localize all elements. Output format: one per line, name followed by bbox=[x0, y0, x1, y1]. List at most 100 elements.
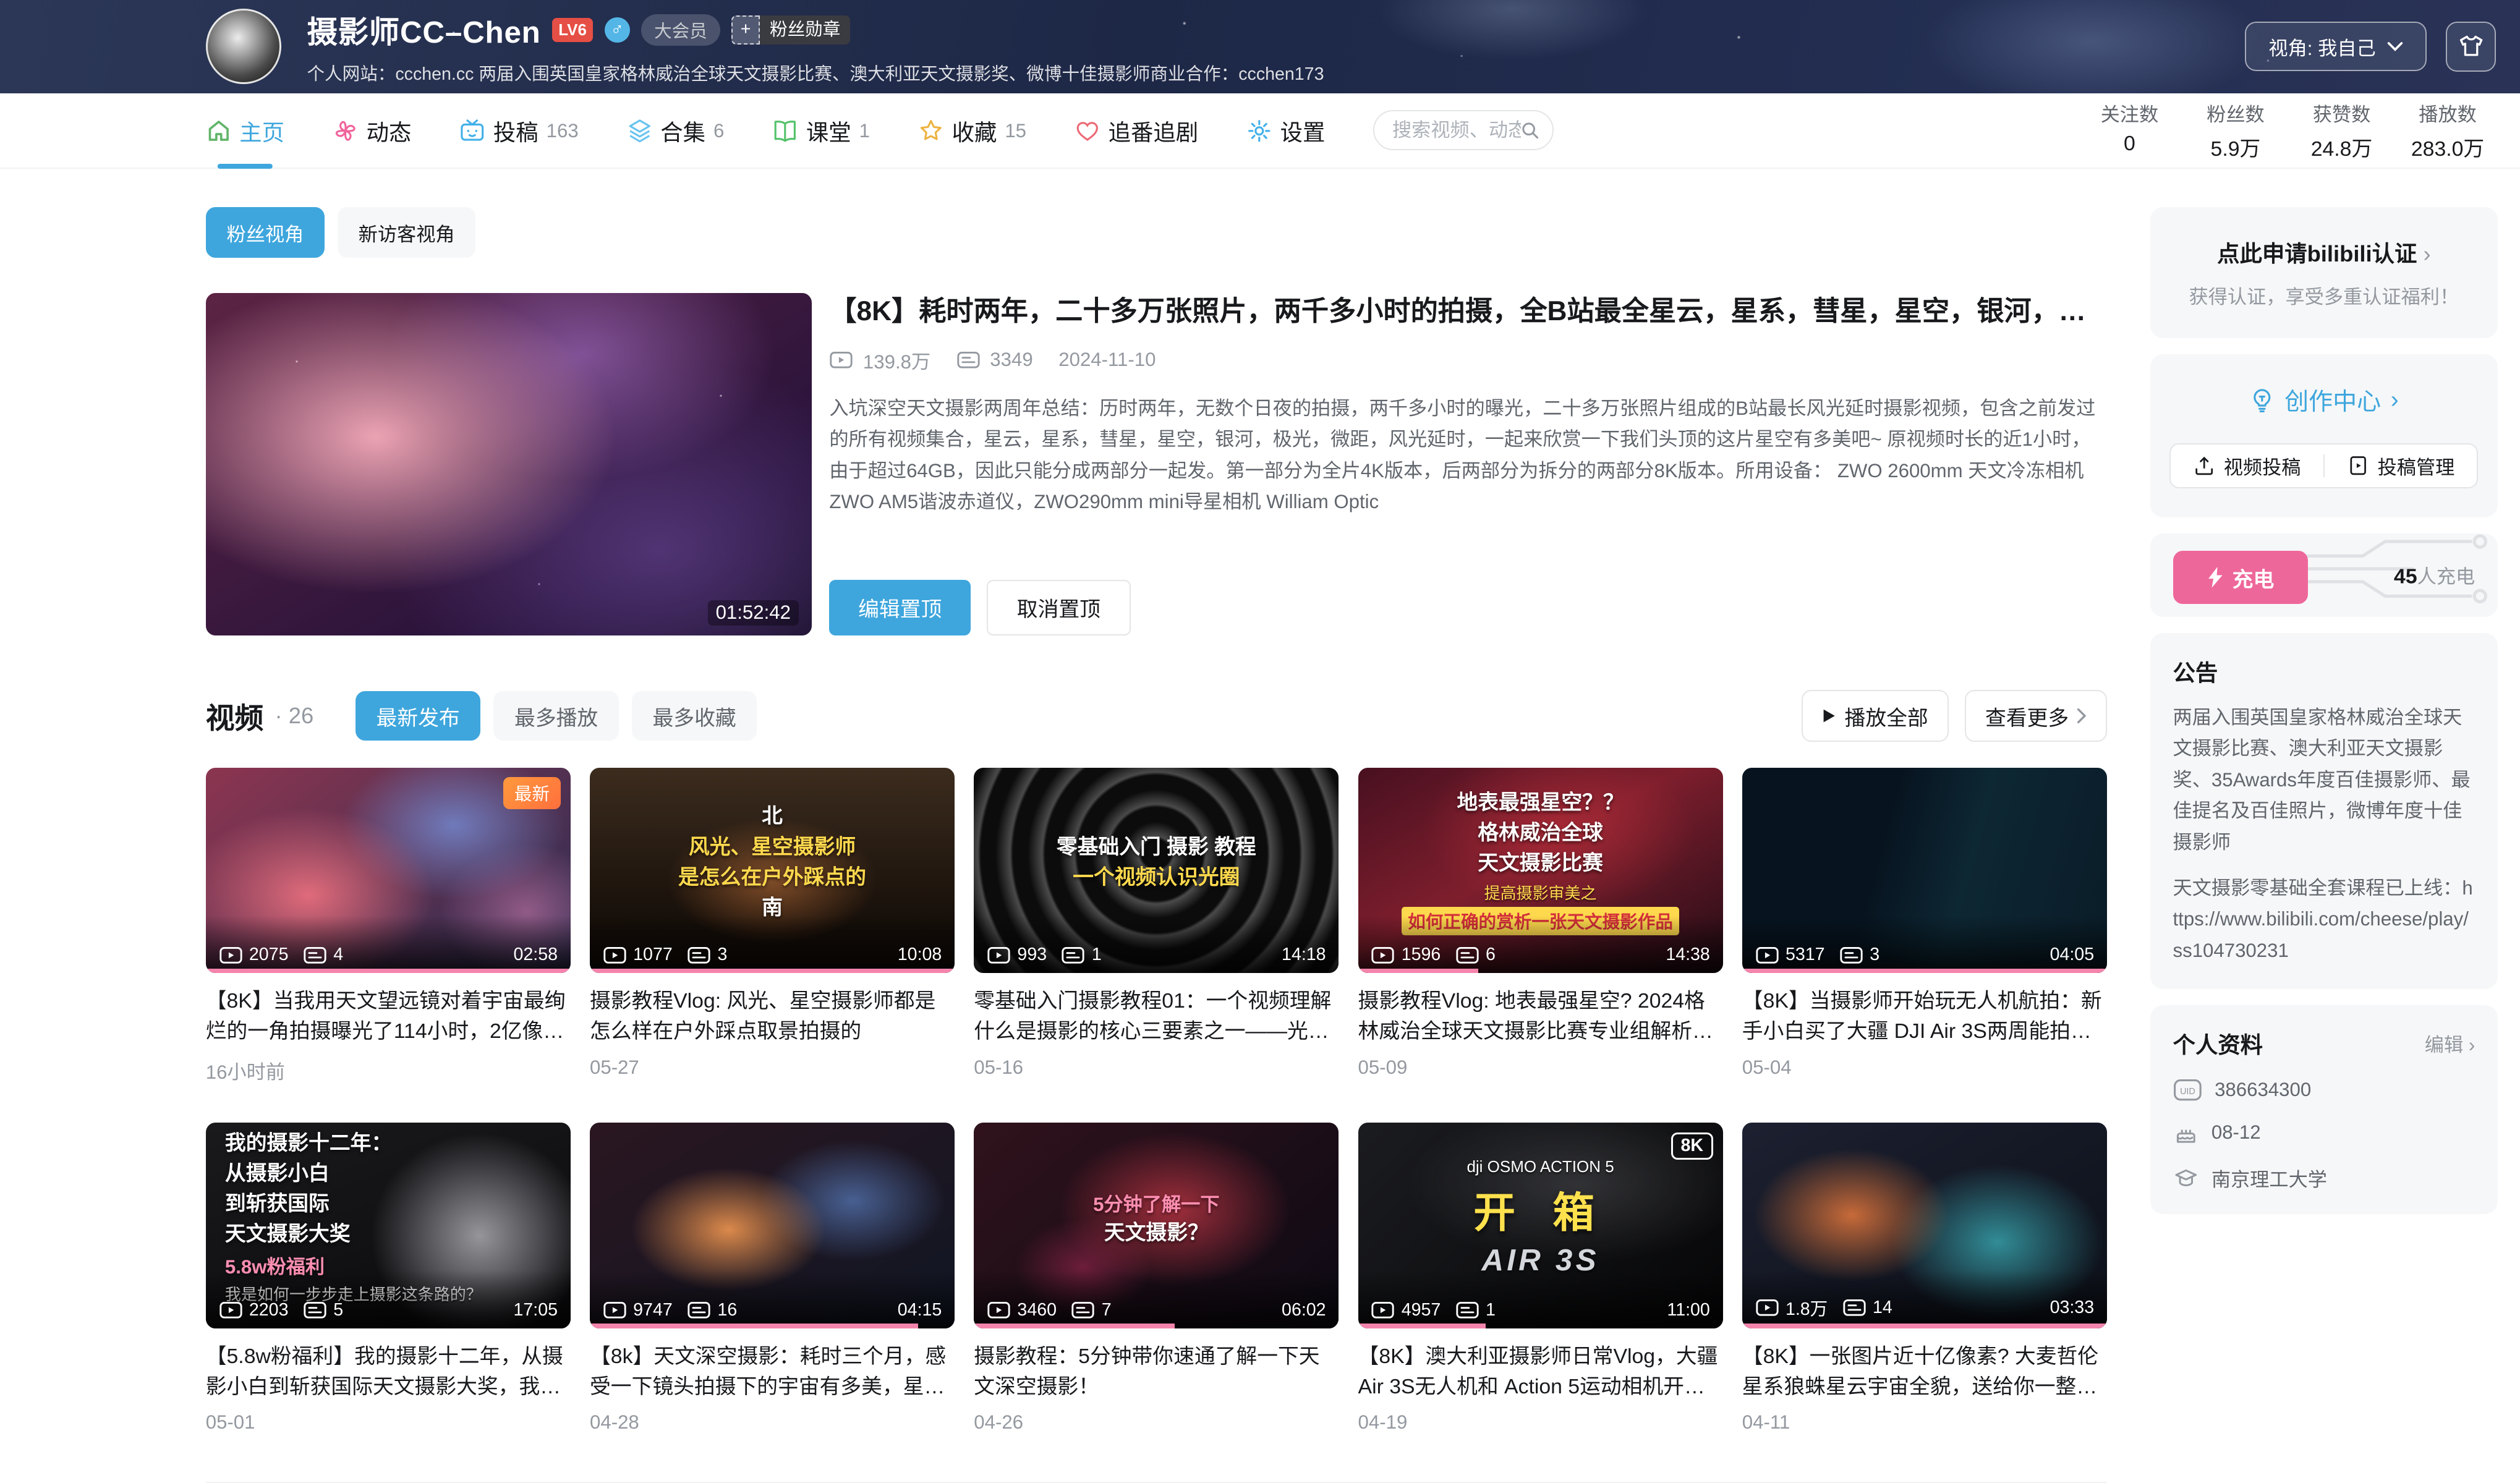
video-card[interactable]: 5317 3 04:05 【8K】当摄影师开始玩无人机航拍：新手小白买了大疆 D… bbox=[1742, 768, 2107, 1084]
tab-videos[interactable]: 投稿163 bbox=[459, 93, 578, 169]
video-thumbnail[interactable]: 我的摄影十二年：从摄影小白到斩获国际天文摄影大奖5.8w粉福利我是如何一步步走上… bbox=[206, 1123, 571, 1328]
video-thumbnail[interactable]: 1.8万 14 03:33 bbox=[1742, 1123, 2107, 1328]
tab-dynamic[interactable]: 动态 bbox=[333, 93, 411, 169]
plus-icon[interactable]: + bbox=[731, 15, 760, 45]
video-card[interactable]: 我的摄影十二年：从摄影小白到斩获国际天文摄影大奖5.8w粉福利我是如何一步步走上… bbox=[206, 1123, 571, 1434]
danmaku-count-icon bbox=[1842, 1299, 1867, 1317]
search-input[interactable] bbox=[1392, 119, 1521, 142]
stat-following[interactable]: 关注数0 bbox=[2081, 99, 2177, 162]
video-thumbnail[interactable]: 5317 3 04:05 bbox=[1742, 768, 2107, 974]
tab-settings[interactable]: 设置 bbox=[1246, 93, 1325, 169]
tab-collections[interactable]: 合集6 bbox=[627, 93, 725, 169]
video-card[interactable]: 地表最强星空？？格林威治全球天文摄影比赛提高摄影审美之如何正确的赏析一张天文摄影… bbox=[1358, 768, 1723, 1084]
profile-banner: 摄影师CC–Chen LV6 ♂ 大会员 + 粉丝勋章 个人网站：ccchen.… bbox=[0, 0, 2520, 93]
video-thumbnail[interactable]: 地表最强星空？？格林威治全球天文摄影比赛提高摄影审美之如何正确的赏析一张天文摄影… bbox=[1358, 768, 1723, 974]
user-stats: 关注数0 粉丝数5.9万 获赞数24.8万 播放数283.0万 bbox=[2081, 99, 2496, 162]
tab-course[interactable]: 课堂1 bbox=[772, 93, 870, 169]
play-count-icon bbox=[987, 946, 1011, 964]
video-card[interactable]: 9747 16 04:15 【8k】天文深空摄影：耗时三个月，感受一下镜头拍摄下… bbox=[590, 1123, 955, 1434]
video-card[interactable]: 1.8万 14 03:33 【8K】一张图片近十亿像素? 大麦哲伦星系狼蛛星云宇… bbox=[1742, 1123, 2107, 1434]
video-date: 05-16 bbox=[974, 1056, 1339, 1079]
fan-view-button[interactable]: 粉丝视角 bbox=[206, 207, 325, 257]
view-count: 1596 bbox=[1402, 945, 1441, 965]
male-icon: ♂ bbox=[605, 17, 631, 43]
danmaku-count: 16 bbox=[717, 1300, 737, 1320]
video-duration: 06:02 bbox=[1282, 1300, 1326, 1320]
video-card[interactable]: 最新 2075 4 02:58 【8K】当我用天文望远镜对着宇宙最绚烂的一角拍摄… bbox=[206, 768, 571, 1084]
sort-pill[interactable]: 最新发布 bbox=[355, 691, 481, 741]
stat-fans[interactable]: 粉丝数5.9万 bbox=[2187, 99, 2284, 162]
view-count: 1.8万 bbox=[1786, 1295, 1828, 1320]
user-block: 摄影师CC–Chen LV6 ♂ 大会员 + 粉丝勋章 个人网站：ccchen.… bbox=[307, 8, 1324, 85]
auth-apply-link[interactable]: 点此申请bilibili认证 › bbox=[2173, 236, 2475, 268]
stat-likes: 获赞数24.8万 bbox=[2294, 99, 2390, 162]
video-title[interactable]: 【8k】天文深空摄影：耗时三个月，感受一下镜头拍摄下的宇宙有多美，星云、星空、星… bbox=[590, 1341, 955, 1402]
video-thumbnail[interactable]: dji OSMO ACTION 5开 箱AIR 3S 8K 4957 1 11:… bbox=[1358, 1123, 1723, 1328]
charge-button[interactable]: 充电 bbox=[2173, 551, 2308, 603]
view-count: 4957 bbox=[1402, 1300, 1441, 1320]
video-title[interactable]: 【5.8w粉福利】我的摄影十二年，从摄影小白到斩获国际天文摄影大奖，我是如何一步… bbox=[206, 1341, 571, 1402]
tab-bangumi[interactable]: 追番追剧 bbox=[1075, 93, 1198, 169]
garb-button[interactable] bbox=[2446, 22, 2496, 72]
video-thumbnail[interactable]: 9747 16 04:15 bbox=[590, 1123, 955, 1328]
video-thumbnail[interactable]: 最新 2075 4 02:58 bbox=[206, 768, 571, 974]
uid-icon: UID bbox=[2173, 1079, 2202, 1101]
play-all-button[interactable]: 播放全部 bbox=[1802, 690, 1949, 742]
new-visitor-view-button[interactable]: 新访客视角 bbox=[338, 207, 476, 257]
charge-card: 充电 45人充电 bbox=[2150, 533, 2497, 617]
uid-value: 386634300 bbox=[2215, 1079, 2311, 1101]
video-title[interactable]: 零基础入门摄影教程01：一个视频理解什么是摄影的核心三要素之一——光圈，以及它的… bbox=[974, 986, 1339, 1047]
pinned-video-title[interactable]: 【8K】耗时两年，二十多万张照片，两千多小时的拍摄，全B站最全星云，星系，彗星，… bbox=[829, 293, 2107, 330]
view-count: 1077 bbox=[633, 945, 673, 965]
profile-search[interactable] bbox=[1373, 110, 1553, 150]
video-thumbnail[interactable]: 北风光、星空摄影师是怎么在户外踩点的南 1077 3 10:08 bbox=[590, 768, 955, 974]
avatar[interactable] bbox=[206, 9, 281, 84]
tab-favorites[interactable]: 收藏15 bbox=[918, 93, 1026, 169]
thumbnail-stats: 4957 1 11:00 bbox=[1371, 1300, 1710, 1320]
video-title[interactable]: 【8K】当摄影师开始玩无人机航拍：新手小白买了大疆 DJI Air 3S两周能拍… bbox=[1742, 986, 2107, 1047]
pinned-play-count: 139.8万 bbox=[863, 346, 930, 374]
birthday-value: 08-12 bbox=[2211, 1121, 2261, 1144]
video-card[interactable]: 5分钟了解一下天文摄影？ 3460 7 06:02 摄影教程：5分钟带你速通了解… bbox=[974, 1123, 1339, 1434]
vip-badge[interactable]: 大会员 bbox=[641, 14, 720, 46]
video-title[interactable]: 摄影教程Vlog: 风光、星空摄影师都是怎么样在户外踩点取景拍摄的 bbox=[590, 986, 955, 1047]
upload-video-button[interactable]: 视频投稿 bbox=[2171, 452, 2323, 480]
video-title[interactable]: 摄影教程Vlog: 地表最强星空? 2024格林威治全球天文摄影比赛专业组解析，… bbox=[1358, 986, 1723, 1047]
cake-icon bbox=[2173, 1121, 2199, 1145]
video-date: 16小时前 bbox=[206, 1056, 571, 1084]
watch-progress-bar bbox=[1358, 969, 1479, 974]
video-title[interactable]: 【8K】澳大利亚摄影师日常Vlog，大疆Air 3S无人机和 Action 5运… bbox=[1358, 1341, 1723, 1402]
video-card[interactable]: 零基础入门 摄影 教程一个视频认识光圈 993 1 14:18 零基础入门摄影教… bbox=[974, 768, 1339, 1084]
creator-center-link[interactable]: 创作中心 › bbox=[2249, 383, 2399, 417]
video-title[interactable]: 【8K】当我用天文望远镜对着宇宙最绚烂的一角拍摄曝光了114小时，2亿像素、85… bbox=[206, 986, 571, 1047]
tshirt-icon bbox=[2458, 33, 2485, 60]
play-count-icon bbox=[829, 351, 853, 369]
profile-info-card: 个人资料 编辑 › UID 386634300 08-12 南京理工大学 bbox=[2150, 1005, 2497, 1215]
fans-medal-badge[interactable]: + 粉丝勋章 bbox=[731, 15, 850, 45]
video-thumbnail[interactable]: 5分钟了解一下天文摄影？ 3460 7 06:02 bbox=[974, 1123, 1339, 1328]
search-icon[interactable] bbox=[1521, 120, 1539, 141]
charge-count: 45人充电 bbox=[2394, 561, 2475, 589]
cancel-pin-button[interactable]: 取消置顶 bbox=[987, 580, 1131, 635]
view-more-button[interactable]: 查看更多 bbox=[1965, 690, 2107, 742]
video-card[interactable]: dji OSMO ACTION 5开 箱AIR 3S 8K 4957 1 11:… bbox=[1358, 1123, 1723, 1434]
video-title[interactable]: 【8K】一张图片近十亿像素? 大麦哲伦星系狼蛛星云宇宙全貌，送给你一整片星空 bbox=[1742, 1341, 2107, 1402]
view-switch-button[interactable]: 视角: 我自己 bbox=[2245, 22, 2427, 71]
corner-badge: 8K bbox=[1671, 1132, 1714, 1160]
sort-pill[interactable]: 最多播放 bbox=[493, 691, 619, 741]
auth-card[interactable]: 点此申请bilibili认证 › 获得认证，享受多重认证福利！ bbox=[2150, 207, 2497, 338]
thumbnail-stats: 2075 4 02:58 bbox=[219, 945, 558, 965]
pinned-video-thumbnail[interactable]: 01:52:42 bbox=[206, 293, 812, 635]
edit-pin-button[interactable]: 编辑置顶 bbox=[829, 580, 971, 635]
tab-home[interactable]: 主页 bbox=[206, 93, 284, 169]
video-duration: 03:33 bbox=[2050, 1298, 2095, 1318]
video-card[interactable]: 北风光、星空摄影师是怎么在户外踩点的南 1077 3 10:08 摄影教程Vlo… bbox=[590, 768, 955, 1084]
play-count-icon bbox=[603, 1301, 627, 1319]
edit-profile-link[interactable]: 编辑 › bbox=[2425, 1029, 2475, 1057]
nav-tabs: 主页动态投稿163 合集6 课堂1 收藏15 追番追剧设置 bbox=[206, 93, 1374, 168]
video-thumbnail[interactable]: 零基础入门 摄影 教程一个视频认识光圈 993 1 14:18 bbox=[974, 768, 1339, 974]
play-icon bbox=[1822, 708, 1836, 724]
sort-pill[interactable]: 最多收藏 bbox=[632, 691, 757, 741]
manage-posts-button[interactable]: 投稿管理 bbox=[2325, 452, 2477, 480]
video-title[interactable]: 摄影教程：5分钟带你速通了解一下天文深空摄影！ bbox=[974, 1341, 1339, 1402]
